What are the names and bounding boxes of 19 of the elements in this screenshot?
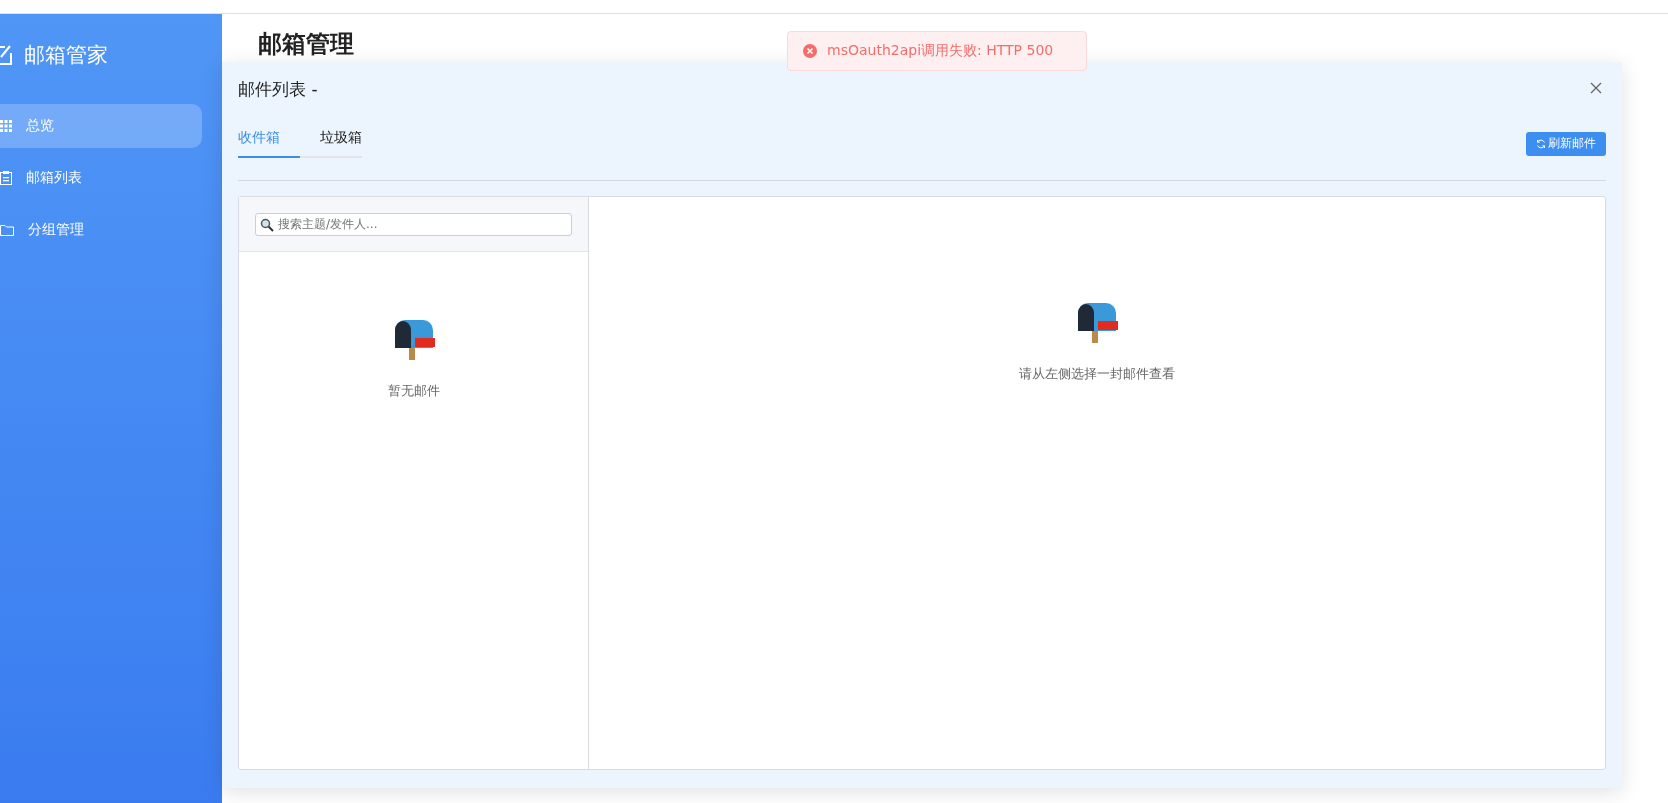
refresh-button[interactable]: 刷新邮件	[1526, 131, 1606, 156]
folder-icon	[0, 224, 14, 236]
search-icon	[260, 217, 274, 232]
sidebar-item[interactable]: 分组管理	[0, 208, 202, 252]
brand-title: 邮箱管家	[24, 42, 108, 69]
refresh-icon	[1536, 138, 1546, 149]
search-field[interactable]: 搜索主题/发件人...	[255, 212, 572, 236]
page-title: 邮箱管理	[258, 29, 354, 60]
tab[interactable]: 收件箱	[238, 129, 300, 158]
error-icon	[803, 44, 817, 58]
tab[interactable]: 垃圾箱	[320, 129, 362, 158]
clipboard-icon	[0, 171, 12, 185]
sidebar-item[interactable]: 总览	[0, 104, 202, 148]
sidebar-item[interactable]: 邮箱列表	[0, 156, 202, 200]
toast-message: msOauth2api调用失败: HTTP 500	[827, 42, 1054, 60]
grid-icon	[0, 120, 12, 132]
dialog-title: 邮件列表 -	[238, 78, 318, 101]
empty-message: 暂无邮件	[387, 382, 440, 400]
empty-message: 请从左侧选择一封邮件查看	[1019, 365, 1175, 383]
